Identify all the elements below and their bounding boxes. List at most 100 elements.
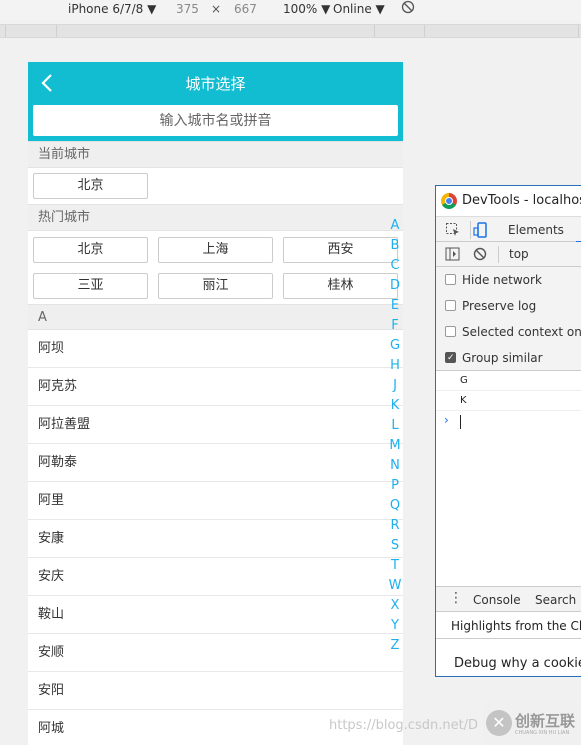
sidebar-toggle-icon[interactable] (445, 247, 460, 264)
index-letter[interactable]: H (388, 356, 402, 376)
checkbox[interactable] (445, 326, 456, 337)
tab-divider (470, 221, 471, 239)
index-letter[interactable]: T (388, 556, 402, 576)
city-list-item[interactable]: 鞍山 (28, 596, 403, 634)
chrome-icon (441, 193, 457, 209)
index-letter[interactable]: J (388, 376, 402, 396)
city-list-item[interactable]: 安庆 (28, 558, 403, 596)
height-field[interactable]: 667 (234, 2, 257, 16)
index-letter[interactable]: X (388, 596, 402, 616)
checkbox[interactable] (445, 274, 456, 285)
whats-new-heading: Highlights from the Chro (436, 613, 581, 639)
brand-subtitle: CHUANG XIN HU LIAN (515, 730, 570, 736)
city-list-item[interactable]: 安康 (28, 520, 403, 558)
city-list-item[interactable]: 安顺 (28, 634, 403, 672)
media-query-ruler (0, 24, 581, 38)
hot-cities-row-1: 北京 上海 西安 (28, 231, 403, 267)
zoom-select[interactable]: 100% ▼ (283, 2, 330, 16)
index-letter[interactable]: D (388, 276, 402, 296)
hot-city-button[interactable]: 西安 (283, 237, 398, 263)
context-select[interactable]: top (509, 247, 529, 261)
current-city-header: 当前城市 (28, 141, 403, 168)
console-message: G (436, 371, 581, 391)
alphabet-index: A B C D E F G H J K L M N P Q R S T W X … (388, 216, 402, 656)
devtools-titlebar: DevTools - localhost: (436, 186, 581, 216)
city-list: 阿坝 阿克苏 阿拉善盟 阿勒泰 阿里 安康 安庆 鞍山 安顺 安阳 阿城 (28, 330, 403, 745)
devtools-window: DevTools - localhost: Elements top Hide … (435, 185, 581, 677)
index-letter[interactable]: W (388, 576, 402, 596)
brand-name: 创新互联 (515, 712, 576, 730)
index-letter[interactable]: A (388, 216, 402, 236)
option-selected-context[interactable]: Selected context only (436, 319, 581, 345)
index-letter[interactable]: Q (388, 496, 402, 516)
city-list-item[interactable]: 安阳 (28, 672, 403, 710)
index-letter[interactable]: E (388, 296, 402, 316)
toolbar-divider (498, 246, 499, 263)
index-letter[interactable]: P (388, 476, 402, 496)
city-list-item[interactable]: 阿里 (28, 482, 403, 520)
device-toolbar: iPhone 6/7/8 ▼ 375 × 667 100% ▼ Online ▼ (0, 0, 581, 20)
hot-city-button[interactable]: 上海 (158, 237, 273, 263)
city-list-item[interactable]: 阿拉善盟 (28, 406, 403, 444)
active-tab-indicator (576, 217, 581, 243)
device-toggle-icon[interactable] (473, 222, 489, 241)
more-options-icon[interactable]: ⋮ (449, 590, 463, 606)
dimension-separator: × (211, 2, 222, 16)
text-caret (460, 415, 461, 429)
app-header: 城市选择 (28, 62, 403, 105)
current-city-row: 北京 (28, 168, 403, 204)
current-city-button[interactable]: 北京 (33, 173, 148, 199)
network-select[interactable]: Online ▼ (333, 2, 385, 16)
inspect-element-icon[interactable] (445, 222, 461, 241)
whats-new-item[interactable]: Debug why a cookie (454, 656, 581, 671)
tab-elements[interactable]: Elements (508, 223, 564, 237)
console-prompt[interactable]: › (436, 411, 581, 433)
phone-viewport: 城市选择 当前城市 北京 热门城市 北京 上海 西安 三亚 丽江 桂林 A 阿坝… (28, 62, 403, 745)
clear-console-icon[interactable] (473, 247, 487, 264)
city-search-input[interactable] (33, 105, 398, 136)
city-list-item[interactable]: 阿坝 (28, 330, 403, 368)
index-letter[interactable]: R (388, 516, 402, 536)
option-label: Preserve log (462, 299, 537, 313)
brand-watermark: ✕ 创新互联 CHUANG XIN HU LIAN (483, 702, 581, 745)
width-field[interactable]: 375 (176, 2, 199, 16)
index-letter[interactable]: K (388, 396, 402, 416)
city-list-item[interactable]: 阿勒泰 (28, 444, 403, 482)
option-label: Hide network (462, 273, 542, 287)
option-hide-network[interactable]: Hide network (436, 267, 581, 293)
checkbox[interactable] (445, 300, 456, 311)
devtools-tabbar: Elements (436, 216, 581, 243)
index-letter[interactable]: S (388, 536, 402, 556)
console-toolbar: top (436, 242, 581, 267)
search-bar (28, 105, 403, 141)
hot-city-button[interactable]: 三亚 (33, 273, 148, 299)
devtools-title: DevTools - localhost: (462, 193, 581, 208)
brand-logo-icon: ✕ (486, 710, 512, 736)
rotate-icon[interactable] (401, 0, 415, 17)
drawer-tabbar: ⋮ Console Search (436, 586, 581, 612)
option-preserve-log[interactable]: Preserve log (436, 293, 581, 319)
index-letter[interactable]: Y (388, 616, 402, 636)
drawer-tab-search[interactable]: Search (535, 593, 576, 607)
hot-city-button[interactable]: 北京 (33, 237, 148, 263)
device-select[interactable]: iPhone 6/7/8 ▼ (68, 2, 156, 16)
letter-group-header: A (28, 304, 403, 330)
index-letter[interactable]: L (388, 416, 402, 436)
hot-city-button[interactable]: 丽江 (158, 273, 273, 299)
console-message: K (436, 391, 581, 411)
index-letter[interactable]: M (388, 436, 402, 456)
watermark-url: https://blog.csdn.net/D (329, 718, 479, 733)
index-letter[interactable]: B (388, 236, 402, 256)
hot-city-button[interactable]: 桂林 (283, 273, 398, 299)
index-letter[interactable]: N (388, 456, 402, 476)
checkbox-checked[interactable] (445, 345, 456, 371)
index-letter[interactable]: F (388, 316, 402, 336)
index-letter[interactable]: Z (388, 636, 402, 656)
hot-cities-row-2: 三亚 丽江 桂林 (28, 267, 403, 300)
index-letter[interactable]: C (388, 256, 402, 276)
drawer-tab-console[interactable]: Console (473, 593, 521, 607)
option-group-similar[interactable]: Group similar (436, 345, 581, 371)
index-letter[interactable]: G (388, 336, 402, 356)
city-list-item[interactable]: 阿克苏 (28, 368, 403, 406)
hot-cities-header: 热门城市 (28, 204, 403, 231)
